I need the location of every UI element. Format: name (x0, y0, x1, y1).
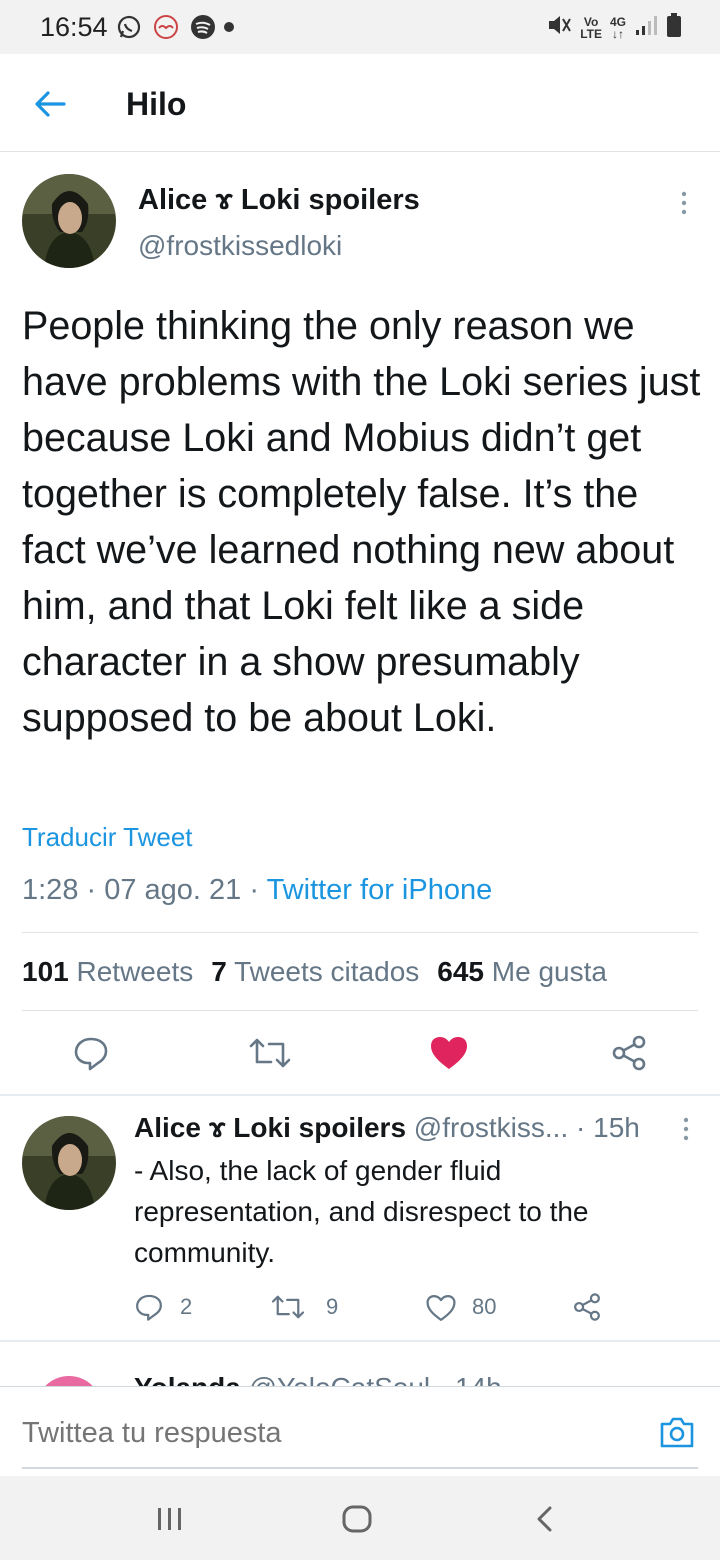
more-options-button[interactable] (674, 188, 694, 218)
system-nav-bar (0, 1476, 720, 1560)
camera-button[interactable] (658, 1413, 696, 1451)
reply-share-button[interactable] (572, 1292, 602, 1327)
reply-author-handle[interactable]: @frostkiss... (414, 1112, 568, 1143)
retweet-button[interactable] (248, 1034, 292, 1077)
tweet-text: People thinking the only reason we have … (22, 304, 701, 740)
recent-apps-button[interactable] (150, 1502, 190, 1536)
retweet-icon (271, 1295, 305, 1319)
reply-actions (0, 1290, 720, 1324)
back-nav-button[interactable] (526, 1502, 566, 1536)
home-icon (342, 1505, 372, 1533)
camera-icon (660, 1417, 694, 1448)
tweet-stats: 101 Retweets 7 Tweets citados 645 Me gusta (22, 956, 607, 988)
author-handle[interactable]: @frostkissedloki (138, 230, 342, 262)
tweet-meta: 1:28 · 07 ago. 21 · Twitter for iPhone (22, 874, 493, 906)
reply-retweet-count: 9 (326, 1294, 339, 1319)
app-header: Hilo (0, 54, 720, 152)
more-vertical-icon (681, 191, 687, 215)
divider (22, 932, 698, 933)
reply-input[interactable] (22, 1417, 622, 1450)
author-name[interactable]: Alice ɤ Loki spoilers (138, 184, 420, 217)
status-time: 16:54 (40, 12, 108, 42)
likes-stat[interactable]: 645 Me gusta (437, 956, 607, 987)
reply-reply-count: 2 (180, 1294, 193, 1319)
tweet-actions (0, 1030, 720, 1076)
retweet-icon (249, 1038, 291, 1068)
chevron-left-icon (537, 1506, 552, 1532)
arrow-left-icon (35, 91, 66, 117)
tweet-source-link[interactable]: Twitter for iPhone (267, 874, 493, 906)
volte-icon: Vo LTE (580, 14, 602, 41)
more-vertical-icon (683, 1117, 689, 1141)
heart-outline-icon (426, 1295, 456, 1321)
reply-age: · 15h (576, 1112, 640, 1143)
reply-like-button[interactable] (426, 1294, 456, 1327)
4g-icon: 4G ↓↑ (609, 14, 626, 41)
page-title: Hilo (126, 86, 187, 122)
quotes-stat[interactable]: 7 Tweets citados (211, 956, 419, 987)
reply-reply-button[interactable] (134, 1292, 164, 1327)
reply-more-options-button[interactable] (676, 1114, 696, 1144)
reply-avatar[interactable] (22, 1116, 116, 1210)
composer-underline (22, 1467, 698, 1469)
reply-composer (0, 1386, 720, 1476)
reply-author-name[interactable]: Alice ɤ Loki spoilers (134, 1112, 406, 1143)
reply-text: - Also, the lack of gender fluid represe… (134, 1155, 589, 1268)
whatsapp-icon (116, 14, 142, 45)
share-button[interactable] (610, 1034, 648, 1077)
reply-retweet-button[interactable] (270, 1292, 306, 1327)
share-icon (574, 1293, 600, 1321)
tweet-time: 1:28 (22, 874, 79, 906)
reply-button[interactable] (72, 1034, 110, 1077)
signal-icon (634, 13, 658, 42)
share-icon (612, 1035, 646, 1071)
reply-icon (74, 1037, 108, 1071)
back-button[interactable] (30, 84, 70, 124)
retweets-stat[interactable]: 101 Retweets (22, 956, 193, 987)
section-separator (0, 1094, 720, 1096)
home-button[interactable] (338, 1502, 378, 1536)
like-button[interactable] (430, 1036, 468, 1075)
notification-dot (224, 22, 234, 32)
mute-icon (546, 13, 572, 42)
heart-filled-icon (431, 1037, 467, 1069)
reply-header[interactable]: Alice ɤ Loki spoilers @frostkiss... · 15… (134, 1112, 640, 1144)
divider (22, 1010, 698, 1011)
recent-apps-icon (158, 1508, 181, 1530)
avatar[interactable] (22, 174, 116, 268)
battery-icon (666, 12, 682, 43)
translate-tweet-link[interactable]: Traducir Tweet (22, 822, 193, 853)
section-separator (0, 1340, 720, 1342)
reply-like-count: 80 (472, 1294, 497, 1319)
next-reply-peek[interactable]: Yolanda @YoloCatSoul · 14h (0, 1354, 720, 1388)
mustache-icon (152, 14, 180, 45)
tweet-date: 07 ago. 21 (104, 874, 242, 906)
reply-icon (136, 1294, 162, 1321)
spotify-icon (190, 14, 216, 45)
status-bar: 16:54 Vo LTE 4G ↓↑ (0, 0, 720, 54)
